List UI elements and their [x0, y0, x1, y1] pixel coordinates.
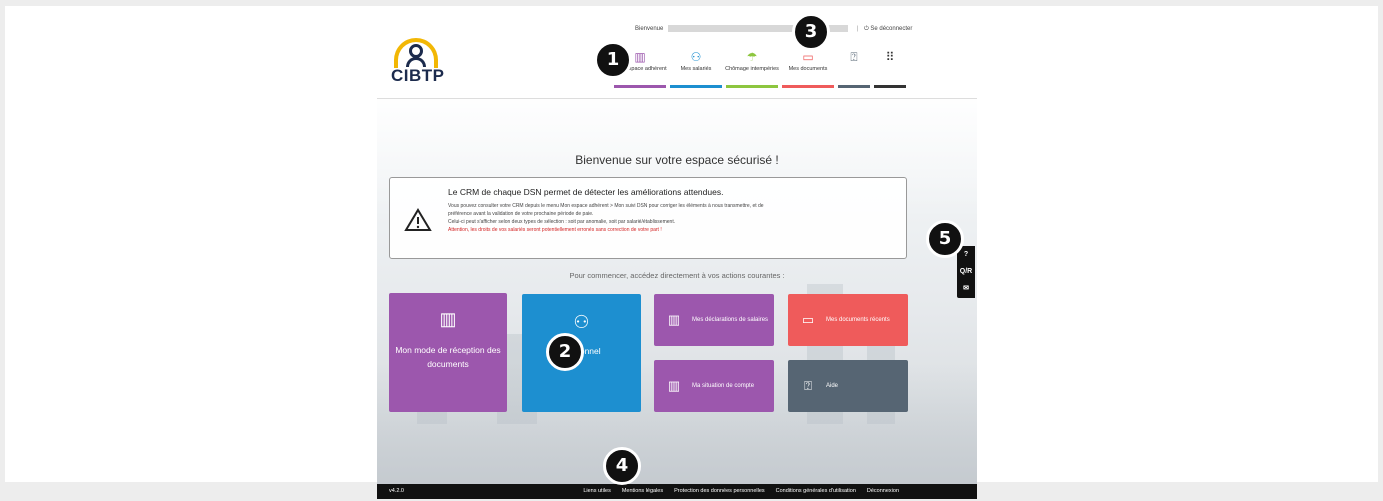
footer-link-protection-donnees[interactable]: Protection des données personnelles	[674, 488, 765, 494]
side-toolbar: ? Q/R ✉	[957, 246, 975, 298]
callout-marker-1: 1	[594, 41, 632, 79]
building-icon: ▥	[667, 378, 681, 393]
app-window: CIBTP Bienvenue | ⏻ Se déconnecter ▥ Mon…	[377, 19, 977, 499]
folder-icon: ▭	[801, 312, 815, 327]
nav-mes-salaries[interactable]: ⚇ Mes salariés	[668, 44, 724, 88]
users-icon: ⚇	[573, 312, 590, 332]
power-icon: ⏻	[863, 26, 869, 33]
version-label: v4.2.0	[389, 488, 404, 494]
help-icon: ⍰	[804, 378, 812, 393]
footer: v4.2.0 Liens utiles Mentions légales Pro…	[377, 484, 977, 499]
callout-marker-2: 2	[546, 333, 584, 371]
alert-line-3: Celui-ci peut s'afficher selon deux type…	[448, 219, 676, 225]
tile-documents-recents[interactable]: ▭ Mes documents récents	[788, 294, 908, 346]
nav-help[interactable]: ⍰	[836, 44, 872, 88]
building-icon: ▥	[667, 312, 681, 327]
logo-text: CIBTP	[391, 66, 445, 85]
user-bar: Bienvenue | ⏻ Se déconnecter	[635, 25, 913, 33]
warning-icon	[404, 208, 432, 231]
footer-links: Liens utiles Mentions légales Protection…	[583, 488, 899, 494]
alert-line-1: Vous pouvez consulter votre CRM depuis l…	[448, 203, 764, 209]
tile-situation-compte[interactable]: ▥ Ma situation de compte	[654, 360, 774, 412]
tile-aide[interactable]: ⍰ Aide	[788, 360, 908, 412]
folder-icon: ▭	[802, 50, 814, 64]
alert-title: Le CRM de chaque DSN permet de détecter …	[448, 187, 724, 197]
crm-alert-box: Le CRM de chaque DSN permet de détecter …	[389, 177, 907, 259]
apps-grid-icon: ⠿	[885, 50, 895, 64]
callout-marker-3: 3	[792, 13, 830, 51]
logout-link[interactable]: ⏻ Se déconnecter	[864, 26, 912, 32]
footer-link-deconnexion[interactable]: Déconnexion	[867, 488, 899, 494]
callout-marker-5: 5	[926, 220, 964, 258]
footer-link-liens-utiles[interactable]: Liens utiles	[583, 488, 611, 494]
header: CIBTP Bienvenue | ⏻ Se déconnecter ▥ Mon…	[377, 19, 977, 99]
tile-declarations-salaires[interactable]: ▥ Mes déclarations de salaires	[654, 294, 774, 346]
page-title: Bienvenue sur votre espace sécurisé !	[575, 153, 779, 167]
faq-icon[interactable]: Q/R	[957, 263, 975, 280]
nav-apps[interactable]: ⠿	[872, 44, 908, 88]
alert-line-2: préférence avant la validation de votre …	[448, 211, 594, 217]
cibtp-logo[interactable]: CIBTP	[390, 38, 450, 88]
alert-line-4: Attention, les droits de vos salariés se…	[448, 227, 662, 233]
umbrella-icon: ☂	[746, 50, 758, 64]
welcome-prefix: Bienvenue	[635, 26, 664, 33]
help-icon: ⍰	[850, 50, 858, 64]
nav-chomage-intemperies[interactable]: ☂ Chômage intempéries	[724, 44, 780, 88]
mail-icon[interactable]: ✉	[957, 280, 975, 297]
users-icon: ⚇	[690, 50, 702, 64]
footer-link-mentions-legales[interactable]: Mentions légales	[622, 488, 663, 494]
building-icon: ▥	[439, 309, 457, 329]
main-nav: ▥ Mon espace adhérent ⚇ Mes salariés ☂ C…	[612, 44, 908, 88]
tile-mode-reception[interactable]: ▥ Mon mode de réception des documents	[389, 293, 507, 412]
footer-link-cgu[interactable]: Conditions générales d'utilisation	[776, 488, 856, 494]
callout-marker-4: 4	[603, 447, 641, 485]
actions-intro: Pour commencer, accédez directement à vo…	[569, 271, 785, 280]
